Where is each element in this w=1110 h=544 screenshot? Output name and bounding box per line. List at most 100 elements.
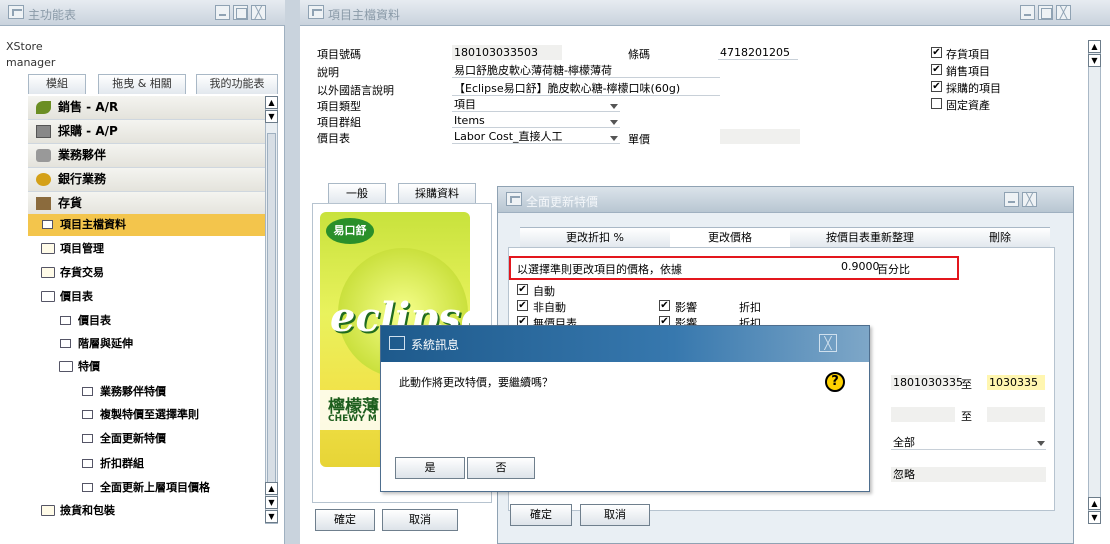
discount-label: 折扣 — [739, 301, 761, 314]
maximize-icon[interactable] — [233, 5, 248, 20]
tab-change-discount[interactable]: 更改折扣 % — [520, 227, 670, 247]
open-folder-icon — [41, 291, 55, 302]
module-business-partners[interactable]: 業務夥伴 — [28, 144, 266, 168]
menu-special-prices[interactable]: 特價 — [46, 356, 266, 378]
tab-general[interactable]: 一般 — [328, 183, 386, 203]
price-list-select[interactable]: Labor Cost_直接人工 — [452, 129, 620, 144]
unit-percent-label: 百分比 — [877, 263, 910, 276]
scroll-down-icon[interactable]: ▼ — [265, 496, 278, 509]
scroll-down-icon[interactable]: ▼ — [1088, 511, 1101, 524]
item-no-field[interactable]: 180103033503 — [452, 45, 562, 60]
scroll-up-icon[interactable]: ▲ — [265, 482, 278, 495]
ignore-field[interactable]: 忽略 — [891, 467, 1046, 482]
fixed-asset-checkbox[interactable] — [931, 98, 942, 109]
minimize-icon[interactable] — [1020, 5, 1035, 20]
menu-price-list[interactable]: 價目表 — [46, 310, 266, 332]
ok-button[interactable]: 確定 — [510, 504, 572, 526]
automatic-checkbox[interactable]: ✔ — [517, 284, 528, 295]
user-name: manager — [6, 56, 56, 69]
menu-update-parent-prices[interactable]: 全面更新上層項目價格 — [68, 477, 266, 499]
scroll-down-icon[interactable]: ▼ — [265, 110, 278, 123]
ok-button[interactable]: 確定 — [315, 509, 375, 531]
scroll-thumb[interactable] — [267, 133, 276, 483]
menu-tabs: 模組 拖曳 & 相關 我的功能表 — [6, 74, 281, 94]
module-inventory[interactable]: 存貨 — [28, 192, 266, 216]
minimize-icon[interactable] — [1004, 192, 1019, 207]
system-message-title: 系統訊息 — [411, 338, 460, 352]
minimize-icon[interactable] — [215, 5, 230, 20]
item-type-select[interactable]: 項目 — [452, 97, 620, 112]
menu-title: 主功能表 — [28, 8, 77, 22]
close-icon[interactable]: ╳ — [819, 334, 837, 352]
scroll-up-icon[interactable]: ▲ — [1088, 497, 1101, 510]
close-icon[interactable]: ╳ — [1022, 192, 1037, 207]
item-no-label: 項目號碼 — [317, 48, 361, 61]
maximize-icon[interactable] — [1038, 5, 1053, 20]
chevron-down-icon[interactable] — [1037, 441, 1045, 446]
item-group-select[interactable]: Items — [452, 113, 620, 128]
item-master-scrollbar[interactable]: ▲ ▼ ▲ ▼ — [1088, 40, 1101, 524]
menu-item-master-data[interactable]: 項目主檔資料 — [28, 214, 266, 236]
scope-select[interactable]: 全部 — [891, 435, 1046, 450]
module-banking[interactable]: 銀行業務 — [28, 168, 266, 192]
scroll-down-icon[interactable]: ▼ — [265, 510, 278, 523]
close-icon[interactable]: ╳ — [251, 5, 266, 20]
inventory-item-checkbox[interactable]: ✔ — [931, 47, 942, 58]
menu-scrollbar[interactable]: ▲ ▼ ▲ ▼ ▼ — [265, 96, 278, 524]
yes-button[interactable]: 是 — [395, 457, 465, 479]
item-group-label: 項目群組 — [317, 116, 361, 129]
menu-discount-groups[interactable]: 折扣群組 — [68, 453, 266, 475]
menu-item-management[interactable]: 項目管理 — [28, 238, 266, 260]
barcode-field[interactable]: 4718201205 — [718, 45, 798, 60]
influence-checkbox[interactable]: ✔ — [659, 300, 670, 311]
unit-price-field[interactable] — [720, 129, 800, 144]
product-logo-badge: 易口舒 — [326, 218, 374, 244]
tab-drag-relate[interactable]: 拖曳 & 相關 — [98, 74, 186, 94]
menu-inventory-transactions[interactable]: 存貨交易 — [28, 262, 266, 284]
cancel-button[interactable]: 取消 — [382, 509, 458, 531]
scroll-up-icon[interactable]: ▲ — [1088, 40, 1101, 53]
non-automatic-checkbox[interactable]: ✔ — [517, 300, 528, 311]
cancel-button[interactable]: 取消 — [580, 504, 650, 526]
module-purchasing[interactable]: 採購 - A/P — [28, 120, 266, 144]
window-icon — [389, 336, 405, 350]
tab-refresh-by-price-list[interactable]: 按價目表重新整理 — [790, 227, 950, 247]
range-from-field[interactable]: 1801030335 — [891, 375, 963, 390]
menu-price-lists[interactable]: 價目表 — [28, 286, 266, 308]
folder-icon — [41, 505, 55, 516]
description-field[interactable]: 易口舒脆皮軟心薄荷糖-檸檬薄荷 — [452, 63, 720, 78]
system-message-titlebar: 系統訊息 ╳ — [381, 326, 869, 362]
menu-hierarchies[interactable]: 階層與延伸 — [46, 333, 266, 355]
purchasing-icon — [36, 125, 51, 138]
range-to-field[interactable]: 1030335 — [987, 375, 1045, 390]
update-dialog-title: 全面更新特價 — [526, 195, 599, 209]
second-from-field[interactable] — [891, 407, 955, 422]
scroll-down-icon[interactable]: ▼ — [1088, 54, 1101, 67]
sales-item-checkbox[interactable]: ✔ — [931, 64, 942, 75]
item-type-label: 項目類型 — [317, 100, 361, 113]
tab-delete[interactable]: 刪除 — [950, 227, 1050, 247]
tab-purchasing-data[interactable]: 採購資料 — [398, 183, 476, 203]
menu-titlebar: 主功能表 ╳ — [0, 0, 285, 26]
close-icon[interactable]: ╳ — [1056, 5, 1071, 20]
tab-change-price[interactable]: 更改價格 — [670, 227, 790, 247]
no-button[interactable]: 否 — [467, 457, 535, 479]
chevron-down-icon[interactable] — [610, 136, 618, 141]
chevron-down-icon[interactable] — [610, 120, 618, 125]
inventory-item-label: 存貨項目 — [946, 48, 990, 61]
foreign-description-field[interactable]: 【Eclipse易口舒】脆皮軟心糖-檸檬口味(60g) — [452, 81, 720, 96]
chevron-down-icon[interactable] — [610, 104, 618, 109]
tab-modules[interactable]: 模組 — [28, 74, 86, 94]
change-value-input[interactable]: 0.9000 — [839, 259, 880, 274]
second-to-field[interactable] — [987, 407, 1045, 422]
menu-copy-special-prices[interactable]: 複製特價至選擇準則 — [68, 404, 266, 426]
change-price-instruction: 以選擇準則更改項目的價格，依據 — [517, 263, 682, 276]
module-sales[interactable]: 銷售 - A/R — [28, 96, 266, 120]
purchase-item-checkbox[interactable]: ✔ — [931, 81, 942, 92]
menu-global-update-special-prices[interactable]: 全面更新特價 — [68, 428, 266, 450]
menu-bp-special-prices[interactable]: 業務夥伴特價 — [68, 381, 266, 403]
tab-my-menu[interactable]: 我的功能表 — [196, 74, 278, 94]
menu-pick-and-pack[interactable]: 撿貨和包裝 — [28, 500, 266, 522]
form-icon — [60, 316, 71, 325]
scroll-up-icon[interactable]: ▲ — [265, 96, 278, 109]
